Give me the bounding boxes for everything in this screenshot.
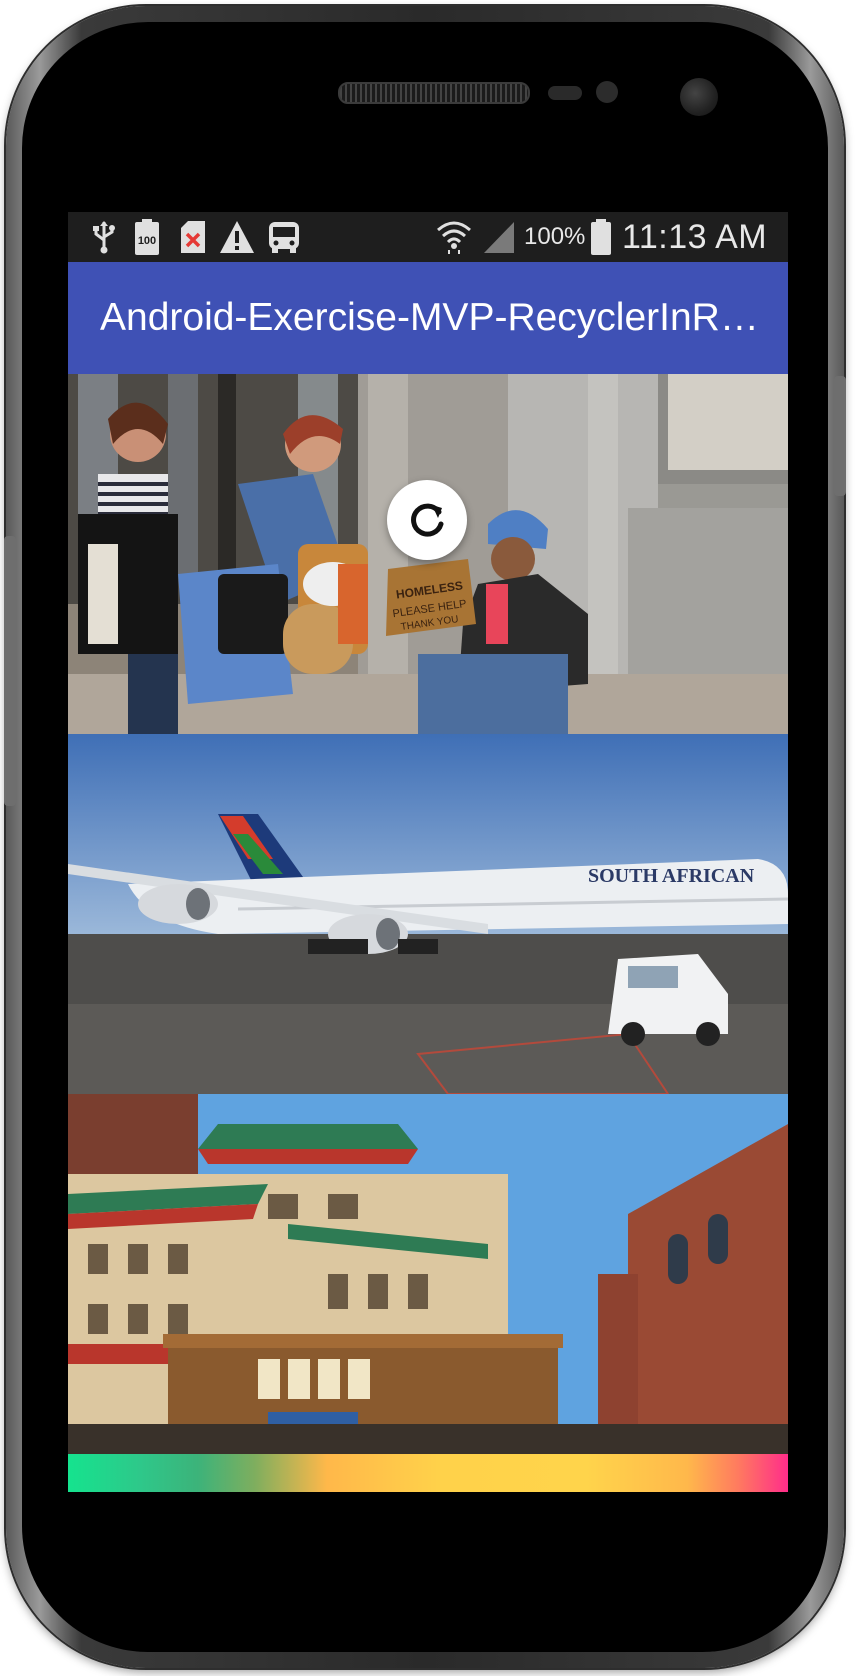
list-item[interactable]: SOUTH AFRICAN	[68, 734, 788, 1094]
bus-icon	[266, 220, 302, 254]
status-time: 11:13 AM	[622, 218, 768, 256]
airplane-photo: SOUTH AFRICAN	[68, 734, 788, 1094]
signal-icon	[482, 220, 516, 254]
battery-percent: 100%	[524, 223, 586, 250]
image-list[interactable]: HOMELESS PLEASE HELP THANK YOU SOUTH AFR…	[68, 374, 788, 1454]
bottom-gradient-bar	[68, 1454, 788, 1492]
svg-text:SOUTH AFRICAN: SOUTH AFRICAN	[588, 865, 755, 887]
volume-button	[4, 536, 16, 806]
wifi-icon	[434, 220, 474, 254]
battery-100-icon: 100	[134, 219, 160, 255]
phone-screen: 100 100% 11:13 AM Android-Exercise-MVP-R…	[68, 212, 788, 1492]
usb-icon	[90, 220, 118, 254]
list-item[interactable]	[68, 1094, 788, 1454]
battery-icon	[590, 219, 612, 255]
light-sensor	[596, 81, 618, 103]
warning-icon	[218, 220, 256, 254]
svg-text:100: 100	[138, 235, 156, 247]
chinatown-cable-car-photo	[68, 1094, 788, 1454]
earpiece-speaker	[338, 82, 530, 104]
app-toolbar: Android-Exercise-MVP-RecyclerInR…	[68, 262, 788, 374]
list-item[interactable]: HOMELESS PLEASE HELP THANK YOU	[68, 374, 788, 734]
proximity-sensor	[548, 86, 582, 100]
page-title: Android-Exercise-MVP-RecyclerInR…	[100, 296, 759, 339]
status-bar: 100 100% 11:13 AM	[68, 212, 788, 262]
front-camera	[680, 78, 718, 116]
sd-card-error-icon	[180, 220, 206, 254]
refresh-icon	[405, 498, 449, 542]
refresh-indicator	[387, 480, 467, 560]
power-button	[834, 376, 846, 496]
